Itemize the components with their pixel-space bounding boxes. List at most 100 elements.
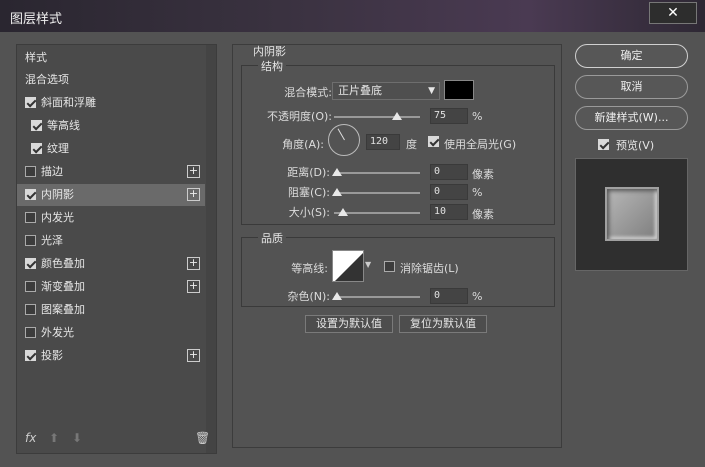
- style-item-checkbox[interactable]: [25, 258, 36, 269]
- opacity-input[interactable]: 75: [430, 108, 468, 124]
- style-item-label: 纹理: [47, 142, 69, 155]
- style-item-label: 颜色叠加: [41, 257, 85, 270]
- add-icon[interactable]: +: [187, 165, 200, 178]
- angle-dial[interactable]: [328, 124, 360, 156]
- style-item[interactable]: 内发光: [17, 207, 205, 229]
- angle-dial-needle: [337, 128, 345, 141]
- move-down-icon[interactable]: ⬇: [72, 431, 82, 445]
- style-item-label: 描边: [41, 165, 63, 178]
- move-up-icon[interactable]: ⬆: [49, 431, 59, 445]
- distance-slider-track[interactable]: [334, 172, 420, 174]
- choke-label: 阻塞(C):: [288, 186, 330, 199]
- style-item[interactable]: 颜色叠加 +: [17, 253, 205, 275]
- ok-button[interactable]: 确定: [575, 44, 688, 68]
- styles-list-panel: 样式混合选项斜面和浮雕等高线纹理描边 + 内阴影 + 内发光光泽颜色叠加 + 渐变叠加 + 图案…: [16, 44, 217, 454]
- antialias-checkbox[interactable]: [384, 261, 395, 272]
- style-item-label: 内阴影: [41, 188, 74, 201]
- style-item-label: 样式: [25, 51, 47, 64]
- style-item-checkbox[interactable]: [25, 166, 36, 177]
- style-item[interactable]: 投影 +: [17, 345, 205, 367]
- opacity-slider-track[interactable]: [334, 116, 420, 118]
- choke-slider-thumb[interactable]: [332, 188, 342, 196]
- style-item-checkbox[interactable]: [25, 97, 36, 108]
- fx-icon[interactable]: fx: [25, 431, 36, 445]
- style-item-checkbox[interactable]: [25, 281, 36, 292]
- angle-unit: 度: [406, 138, 417, 151]
- trash-icon[interactable]: 🗑: [195, 431, 210, 445]
- add-icon[interactable]: +: [187, 280, 200, 293]
- contour-dropdown-icon[interactable]: ▼: [365, 260, 371, 269]
- shadow-color-swatch[interactable]: [444, 80, 474, 100]
- contour-curve-icon: [335, 253, 363, 281]
- style-item[interactable]: 纹理: [17, 138, 205, 160]
- style-item-checkbox[interactable]: [31, 120, 42, 131]
- style-item[interactable]: 外发光: [17, 322, 205, 344]
- style-item[interactable]: 混合选项: [17, 69, 205, 91]
- preview-label: 预览(V): [616, 139, 655, 152]
- cancel-button[interactable]: 取消: [575, 75, 688, 99]
- style-item[interactable]: 光泽: [17, 230, 205, 252]
- noise-input[interactable]: 0: [430, 288, 468, 304]
- style-item-checkbox[interactable]: [31, 143, 42, 154]
- opacity-unit: %: [472, 110, 483, 123]
- style-item-label: 渐变叠加: [41, 280, 85, 293]
- distance-slider-thumb[interactable]: [332, 168, 342, 176]
- style-item-checkbox[interactable]: [25, 212, 36, 223]
- inner-shadow-panel: 内阴影 结构 混合模式: 正片叠底 ▼ 不透明度(O): 75 % 角度(A):…: [232, 44, 562, 448]
- style-item-checkbox[interactable]: [25, 327, 36, 338]
- choke-slider-track[interactable]: [334, 192, 420, 194]
- title-bar: 图层样式 ✕: [0, 0, 705, 32]
- style-item[interactable]: 内阴影 +: [17, 184, 205, 206]
- global-light-checkbox[interactable]: [428, 136, 439, 147]
- noise-unit: %: [472, 290, 483, 303]
- styles-list-footer: fx ⬆ ⬇ 🗑: [17, 425, 216, 453]
- reset-default-button[interactable]: 复位为默认值: [399, 315, 487, 333]
- blend-mode-value: 正片叠底: [338, 84, 382, 97]
- opacity-label: 不透明度(O):: [267, 110, 332, 123]
- layer-style-dialog: 图层样式 ✕ 样式混合选项斜面和浮雕等高线纹理描边 + 内阴影 + 内发光光泽颜色叠加 +…: [0, 0, 705, 467]
- noise-label: 杂色(N):: [287, 290, 330, 303]
- style-item[interactable]: 描边 +: [17, 161, 205, 183]
- section-title: 内阴影: [253, 45, 286, 58]
- opacity-slider-thumb[interactable]: [392, 112, 402, 120]
- add-icon[interactable]: +: [187, 257, 200, 270]
- noise-slider-track[interactable]: [334, 296, 420, 298]
- antialias-label: 消除锯齿(L): [400, 262, 459, 275]
- size-unit: 像素: [472, 208, 494, 221]
- structure-title: 结构: [258, 58, 286, 74]
- size-input[interactable]: 10: [430, 204, 468, 220]
- size-label: 大小(S):: [288, 206, 330, 219]
- size-slider-thumb[interactable]: [338, 208, 348, 216]
- blend-mode-select[interactable]: 正片叠底 ▼: [332, 82, 440, 100]
- distance-input[interactable]: 0: [430, 164, 468, 180]
- noise-slider-thumb[interactable]: [332, 292, 342, 300]
- global-light-label: 使用全局光(G): [444, 138, 517, 151]
- style-item-checkbox[interactable]: [25, 189, 36, 200]
- style-item[interactable]: 渐变叠加 +: [17, 276, 205, 298]
- angle-input[interactable]: 120: [366, 134, 400, 150]
- add-icon[interactable]: +: [187, 188, 200, 201]
- set-default-button[interactable]: 设置为默认值: [305, 315, 393, 333]
- style-item-label: 光泽: [41, 234, 63, 247]
- style-item-label: 斜面和浮雕: [41, 96, 96, 109]
- style-item[interactable]: 等高线: [17, 115, 205, 137]
- style-item-checkbox[interactable]: [25, 235, 36, 246]
- choke-input[interactable]: 0: [430, 184, 468, 200]
- distance-label: 距离(D):: [287, 166, 330, 179]
- distance-unit: 像素: [472, 168, 494, 181]
- style-item[interactable]: 图案叠加: [17, 299, 205, 321]
- style-item-checkbox[interactable]: [25, 304, 36, 315]
- quality-group: 品质 等高线: ▼ 消除锯齿(L) 杂色(N): 0 %: [241, 230, 555, 307]
- style-item[interactable]: 样式: [17, 47, 205, 69]
- close-button[interactable]: ✕: [649, 2, 697, 24]
- contour-preview[interactable]: [332, 250, 364, 282]
- style-item[interactable]: 斜面和浮雕: [17, 92, 205, 114]
- style-item-label: 等高线: [47, 119, 80, 132]
- style-preview: [575, 158, 688, 271]
- styles-list-scrollbar[interactable]: [206, 45, 216, 453]
- contour-label: 等高线:: [291, 262, 328, 275]
- new-style-button[interactable]: 新建样式(W)...: [575, 106, 688, 130]
- style-item-checkbox[interactable]: [25, 350, 36, 361]
- preview-checkbox[interactable]: [598, 139, 609, 150]
- add-icon[interactable]: +: [187, 349, 200, 362]
